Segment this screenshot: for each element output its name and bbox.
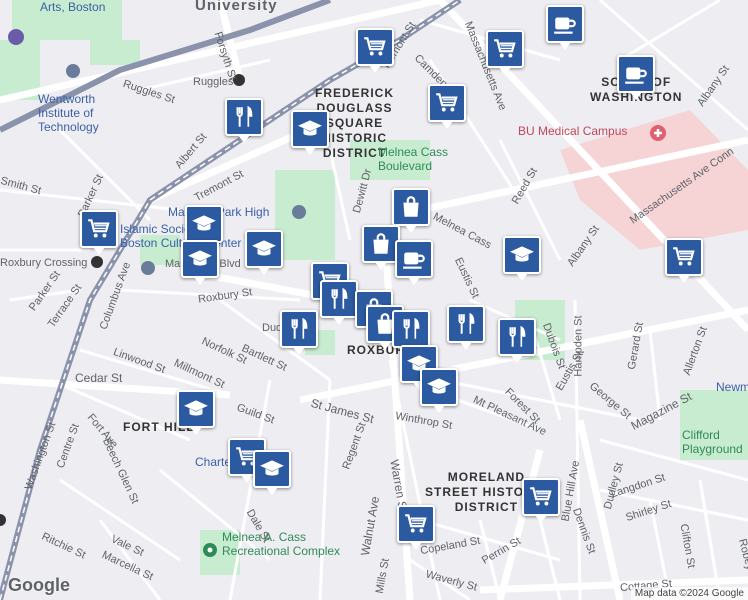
map-marker-restaurant[interactable] <box>320 280 358 325</box>
graduation-cap-icon <box>297 116 323 142</box>
cart-icon <box>492 36 518 62</box>
map-marker-grocery[interactable] <box>397 505 435 550</box>
label-newmarket: Newmarket <box>716 380 748 394</box>
map-canvas[interactable]: Arts, Boston University Wentworth Instit… <box>0 0 748 600</box>
map-attribution[interactable]: Map data ©2024 Google <box>630 587 748 600</box>
graduation-cap-icon <box>509 242 535 268</box>
label-roxbury-crossing: Roxbury Crossing <box>0 257 88 269</box>
map-marker-grocery[interactable] <box>665 238 703 283</box>
map-marker-school[interactable] <box>420 368 458 413</box>
map-marker-grocery[interactable] <box>356 28 394 73</box>
map-marker-school[interactable] <box>503 236 541 281</box>
map-marker-cafe[interactable] <box>546 5 584 50</box>
cup-icon <box>552 11 578 37</box>
bag-icon <box>398 194 424 220</box>
cup-icon <box>623 61 649 87</box>
fork-knife-icon <box>398 316 424 342</box>
fork-knife-icon <box>231 104 257 130</box>
map-marker-restaurant[interactable] <box>280 310 318 355</box>
map-marker-restaurant[interactable] <box>225 98 263 143</box>
label-cedar-st: Cedar St <box>75 371 123 385</box>
map-marker-school[interactable] <box>245 230 283 275</box>
graduation-cap-icon <box>259 456 285 482</box>
map-marker-school[interactable] <box>291 110 329 155</box>
graduation-cap-icon <box>187 246 213 272</box>
label-wentworth: Wentworth Institute of Technology <box>38 92 99 134</box>
label-bu-medical-campus: BU Medical Campus <box>518 124 628 138</box>
map-marker-grocery[interactable] <box>522 478 560 523</box>
map-marker-school[interactable] <box>181 240 219 285</box>
cart-icon <box>403 511 429 537</box>
map-marker-school[interactable] <box>185 205 223 250</box>
cart-icon <box>362 34 388 60</box>
fork-knife-icon <box>504 324 530 350</box>
map-marker-restaurant[interactable] <box>447 305 485 350</box>
fork-knife-icon <box>326 286 352 312</box>
label-arts-boston: Arts, Boston <box>40 0 106 14</box>
map-marker-cafe[interactable] <box>395 240 433 285</box>
cart-icon <box>671 244 697 270</box>
map-marker-grocery[interactable] <box>428 84 466 129</box>
map-marker-cafe[interactable] <box>617 55 655 100</box>
label-hampden-st: Hampden St <box>572 315 585 377</box>
cart-icon <box>528 484 554 510</box>
label-melnea-cass-complex: Melnea A. Cass Recreational Complex <box>222 530 341 558</box>
fork-knife-icon <box>453 311 479 337</box>
map-marker-shop[interactable] <box>392 188 430 233</box>
bag-icon <box>368 231 394 257</box>
map-marker-grocery[interactable] <box>80 210 118 255</box>
google-logo: Google <box>8 575 70 595</box>
map-marker-school[interactable] <box>177 390 215 435</box>
cup-icon <box>401 246 427 272</box>
label-melnea-cass-boulevard: Melnea Cass Boulevard <box>378 145 449 173</box>
cart-icon <box>434 90 460 116</box>
label-clifford-playground: Clifford Playground <box>682 428 743 456</box>
cart-icon <box>86 216 112 242</box>
map-marker-restaurant[interactable] <box>392 310 430 355</box>
map-marker-school[interactable] <box>253 450 291 495</box>
graduation-cap-icon <box>426 374 452 400</box>
graduation-cap-icon <box>251 236 277 262</box>
fork-knife-icon <box>286 316 312 342</box>
graduation-cap-icon <box>191 211 217 237</box>
map-marker-grocery[interactable] <box>486 30 524 75</box>
graduation-cap-icon <box>183 396 209 422</box>
map-marker-restaurant[interactable] <box>498 318 536 363</box>
label-university: University <box>195 0 278 14</box>
